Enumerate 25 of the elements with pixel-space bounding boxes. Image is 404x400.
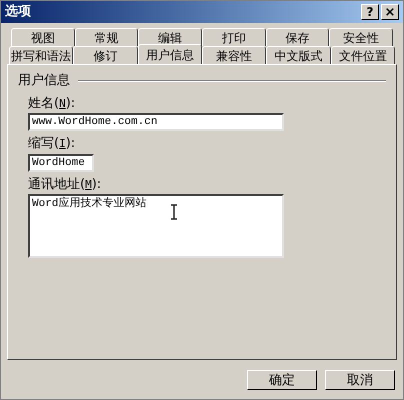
tab[interactable]: 编辑	[138, 28, 202, 46]
tab[interactable]: 用户信息	[138, 44, 202, 64]
tab[interactable]: 打印	[202, 28, 266, 46]
window-title: 选项	[5, 3, 31, 22]
tab[interactable]: 文件位置	[330, 46, 395, 64]
help-button[interactable]: ?	[361, 4, 379, 20]
initials-field[interactable]: WordHome	[28, 154, 94, 172]
tab[interactable]: 常规	[74, 28, 138, 46]
tab[interactable]: 保存	[266, 28, 330, 46]
text-cursor-icon	[170, 204, 178, 220]
name-field[interactable]: www.WordHome.com.cn	[28, 113, 284, 131]
field-label: 缩写(I):	[28, 135, 76, 153]
tab[interactable]: 中文版式	[266, 46, 331, 64]
tab[interactable]: 拼写和语法	[9, 46, 74, 64]
group-title: 用户信息	[18, 72, 70, 90]
tab[interactable]: 视图	[11, 28, 75, 46]
field-label: 姓名(N):	[28, 94, 76, 112]
dialog-button[interactable]: 确定	[247, 370, 317, 390]
tab[interactable]: 安全性	[329, 28, 394, 46]
address-field[interactable]: Word应用技术专业网站	[28, 194, 284, 258]
tab[interactable]: 兼容性	[202, 46, 266, 64]
dialog-button[interactable]: 取消	[325, 370, 395, 390]
field-label: 通讯地址(M):	[28, 176, 102, 194]
close-button[interactable]: ×	[381, 4, 399, 20]
tab[interactable]: 修订	[73, 46, 138, 64]
